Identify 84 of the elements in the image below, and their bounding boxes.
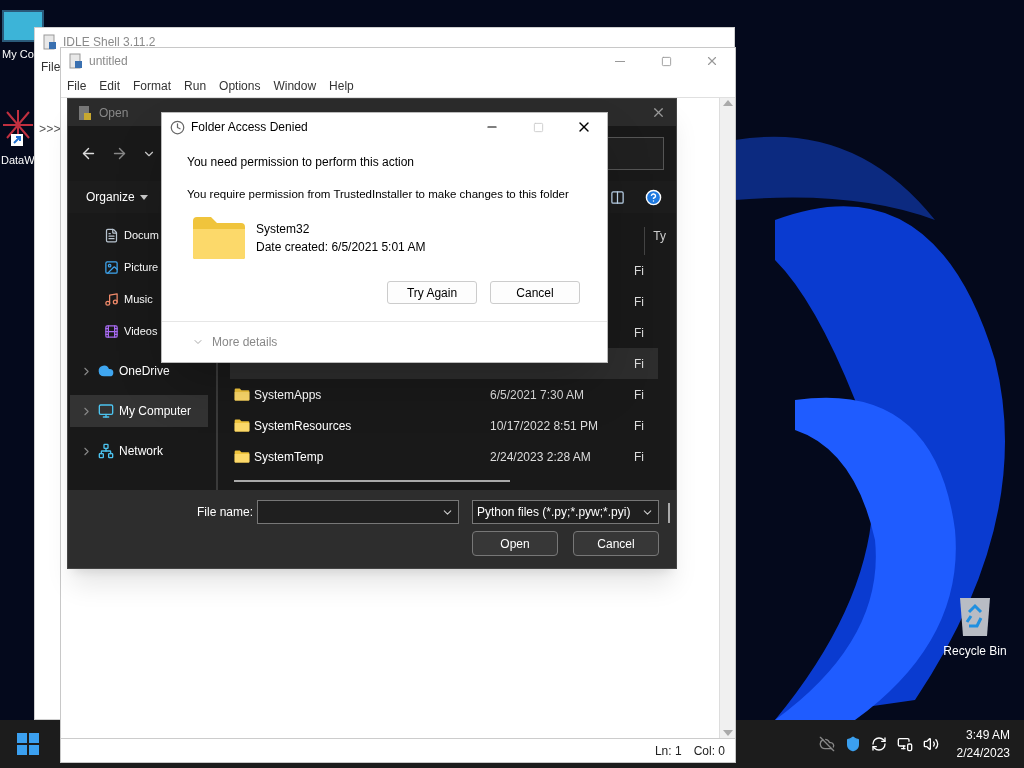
python-file-icon [78, 104, 92, 121]
shell-prompt: >>> [39, 123, 61, 137]
status-text: Ln: 1 [654, 742, 682, 760]
desktop-icon-label[interactable]: Recycle Bin [943, 642, 1007, 660]
file-row[interactable]: SystemApps 6/5/2021 7:30 AM Fi [230, 379, 658, 410]
file-name-field[interactable] [257, 500, 459, 524]
help-icon[interactable] [645, 188, 662, 206]
organize-button[interactable]: Organize [86, 188, 148, 206]
close-icon [705, 54, 719, 68]
document-icon [104, 227, 119, 243]
status-text: Col: 0 [693, 742, 725, 760]
sync-icon[interactable] [870, 736, 887, 752]
file-date: 2/24/2023 2:28 AM [490, 448, 592, 466]
menu-item[interactable]: File [41, 58, 61, 76]
dialog-button[interactable]: Cancel [490, 281, 580, 305]
clock-date[interactable]: 2/24/2023 [956, 744, 1010, 762]
menu-item[interactable]: Options [219, 76, 261, 95]
maximize-icon [532, 121, 544, 133]
file-type: Fi [634, 355, 644, 373]
field-label: File name: [196, 504, 253, 521]
maximize-icon [660, 55, 672, 67]
scrollbar[interactable] [719, 98, 735, 738]
column-header[interactable]: Ty [644, 227, 666, 255]
monitor-icon [98, 403, 114, 419]
folder-icon [234, 450, 250, 463]
cloud-off-icon[interactable] [818, 736, 835, 752]
nav-item[interactable]: OneDrive [70, 355, 208, 387]
file-type: Fi [634, 417, 644, 435]
menu-item[interactable]: Edit [99, 76, 121, 95]
network-icon[interactable] [896, 736, 913, 752]
file-type-dropdown[interactable]: Python files (*.py;*.pyw;*.pyi) [472, 500, 659, 524]
folder-date: Date created: 6/5/2021 5:01 AM [256, 239, 426, 257]
music-note-icon [104, 291, 119, 307]
picture-icon [104, 259, 119, 275]
scroll-down-icon [722, 730, 733, 736]
folder-icon [234, 419, 250, 432]
python-file-icon [69, 53, 83, 69]
file-name: SystemResources [254, 417, 353, 435]
start-button[interactable] [17, 733, 39, 755]
dialog-heading: You need permission to perform this action [187, 154, 415, 171]
window-title: untitled [89, 53, 128, 70]
menu-item[interactable]: Help [329, 76, 354, 95]
dialog-button[interactable]: Cancel [573, 531, 659, 556]
window-title: IDLE Shell 3.11.2 [63, 34, 156, 51]
file-row[interactable]: SystemTemp 2/24/2023 2:28 AM Fi [230, 441, 658, 472]
volume-icon[interactable] [922, 736, 939, 752]
file-name: SystemApps [254, 386, 323, 404]
file-date: 6/5/2021 7:30 AM [490, 386, 586, 404]
shield-icon[interactable] [844, 736, 861, 752]
dialog-title: Folder Access Denied [191, 119, 308, 136]
recycle-bin-icon [957, 596, 993, 638]
folder-name: System32 [256, 221, 311, 239]
window-title: Open [99, 104, 129, 122]
menu-item[interactable]: Window [273, 76, 317, 95]
file-name: SystemTemp [254, 448, 325, 466]
menu-item[interactable]: Run [184, 76, 207, 95]
desktop-icon-label[interactable]: My Co [2, 46, 34, 63]
menu-item[interactable]: Format [133, 76, 172, 95]
network-icon [98, 443, 114, 459]
vertical-scrollbar[interactable] [668, 503, 670, 523]
folder-icon [234, 388, 250, 401]
clock-icon [170, 119, 185, 135]
file-date: 10/17/2022 8:51 PM [490, 417, 600, 435]
file-type: Fi [634, 448, 644, 466]
desktop-icon-label[interactable]: DataW [1, 152, 35, 169]
cloud-icon [98, 363, 114, 379]
file-row[interactable]: SystemResources 10/17/2022 8:51 PM Fi [230, 410, 658, 441]
film-icon [104, 323, 119, 339]
menu-item[interactable]: File [67, 76, 87, 95]
file-type: Fi [634, 262, 644, 280]
clock-time[interactable]: 3:49 AM [965, 726, 1010, 744]
minimize-icon [615, 60, 625, 62]
nav-item[interactable]: My Computer [70, 395, 208, 427]
view-pane-icon[interactable] [610, 189, 625, 205]
folder-icon [191, 215, 247, 262]
dialog-button[interactable]: Try Again [387, 281, 477, 305]
scroll-up-icon [722, 100, 733, 106]
dialog-message: You require permission from TrustedInstaller to make changes to this folder [187, 187, 570, 202]
horizontal-scrollbar[interactable] [234, 480, 510, 482]
dialog-button[interactable]: Open [472, 531, 558, 556]
python-file-icon [43, 34, 57, 50]
nav-item[interactable]: Network [70, 435, 208, 467]
monitor-icon [2, 10, 44, 42]
file-type: Fi [634, 386, 644, 404]
